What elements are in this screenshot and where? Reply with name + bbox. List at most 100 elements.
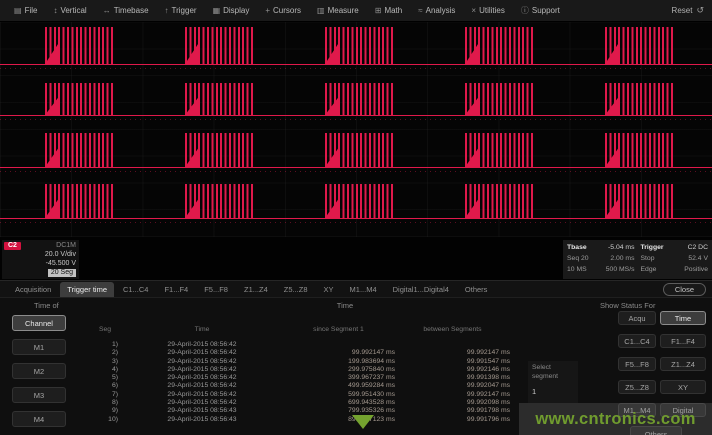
menu-item-label: Timebase — [114, 6, 149, 15]
menu-item-cursors[interactable]: +Cursors — [259, 4, 307, 17]
status-for-button-z5-z8[interactable]: Z5...Z8 — [618, 380, 656, 394]
menu-item-measure[interactable]: ▥Measure — [311, 4, 365, 17]
watermark-text: www.cntronics.com — [535, 410, 695, 429]
status-for-button-time[interactable]: Time — [660, 311, 706, 325]
tab-f1-f4[interactable]: F1...F4 — [157, 282, 195, 297]
tab-others[interactable]: Others — [458, 282, 495, 297]
channel-segments: 20 Seg — [48, 269, 76, 277]
waveform-burst-segment — [605, 184, 673, 218]
cell-since-segment-1: 499.959284 ms — [282, 382, 395, 390]
dialog-tab-bar: AcquisitionTrigger timeC1...C4F1...F4F5.… — [0, 281, 712, 298]
cell-between-segments: 99.992047 ms — [395, 382, 510, 390]
channel-volts-per-div: 20.0 V/div — [4, 250, 76, 259]
menu-item-file[interactable]: ▤File — [8, 4, 43, 17]
menu-item-display[interactable]: ▦Display — [207, 4, 256, 17]
menu-item-analysis[interactable]: ≈Analysis — [412, 4, 461, 17]
vertical-icon: ↕ — [53, 6, 57, 15]
channel-descriptor[interactable]: C2 DC1M 20.0 V/div -45.500 V 20 Seg — [2, 240, 79, 279]
waveform-burst-segment — [45, 184, 113, 218]
tab-z5-z8[interactable]: Z5...Z8 — [277, 282, 315, 297]
cell-since-segment-1: 399.967237 ms — [282, 374, 395, 382]
trace-dotted-line — [0, 171, 712, 172]
close-button[interactable]: Close — [663, 283, 706, 296]
status-for-button-acqu[interactable]: Acqu — [618, 311, 656, 325]
reset-control[interactable]: Reset ↺ — [672, 5, 704, 16]
source-button-m3[interactable]: M3 — [12, 387, 66, 403]
menu-item-label: Cursors — [273, 6, 301, 15]
waveform-burst-segment — [465, 83, 533, 115]
status-for-button-z1-z4[interactable]: Z1...Z4 — [660, 357, 706, 371]
display-icon: ▦ — [213, 6, 221, 15]
tab-c1-c4[interactable]: C1...C4 — [116, 282, 155, 297]
table-row: 6)29-April-2015 08:56:42499.959284 ms99.… — [88, 382, 518, 390]
trace-baseline — [0, 115, 712, 116]
cell-time: 29-April-2015 08:56:42 — [122, 349, 282, 357]
waveform-burst-segment — [605, 83, 673, 115]
status-for-button-c1-c4[interactable]: C1...C4 — [618, 334, 656, 348]
cell-time: 29-April-2015 08:56:42 — [122, 382, 282, 390]
trigger-level: 52.4 V — [688, 253, 708, 264]
tab-acquisition[interactable]: Acquisition — [8, 282, 58, 297]
tab-f5-f8[interactable]: F5...F8 — [197, 282, 235, 297]
table-body: 1)29-April-2015 08:56:422)29-April-2015 … — [88, 341, 518, 424]
cell-seg: 4) — [88, 366, 122, 374]
menu-item-label: Display — [223, 6, 249, 15]
menu-item-trigger[interactable]: ↑Trigger — [159, 4, 203, 17]
source-button-m2[interactable]: M2 — [12, 363, 66, 379]
menu-item-label: Analysis — [426, 6, 456, 15]
cell-since-segment-1: 599.951430 ms — [282, 391, 395, 399]
cell-seg: 6) — [88, 382, 122, 390]
trigger-slope: Positive — [684, 264, 708, 275]
waveform-burst-segment — [185, 184, 253, 218]
time-per-div: 2.00 ms — [610, 253, 634, 264]
tab-m1-m4[interactable]: M1...M4 — [343, 282, 384, 297]
status-for-button-f5-f8[interactable]: F5...F8 — [618, 357, 656, 371]
col-header-time: Time — [122, 325, 282, 335]
cell-since-segment-1 — [282, 341, 395, 349]
menu-item-label: Support — [532, 6, 560, 15]
table-row: 4)29-April-2015 08:56:42299.975840 ms99.… — [88, 366, 518, 374]
tab-trigger-time[interactable]: Trigger time — [60, 282, 114, 297]
cell-between-segments: 99.992147 ms — [395, 391, 510, 399]
source-button-m1[interactable]: M1 — [12, 339, 66, 355]
cell-time: 29-April-2015 08:56:42 — [122, 366, 282, 374]
waveform-burst-segment — [325, 184, 393, 218]
tab-xy[interactable]: XY — [317, 282, 341, 297]
menu-items: ▤File↕Vertical↔Timebase↑Trigger▦Display+… — [8, 3, 566, 18]
trigger-label: Trigger — [641, 242, 664, 253]
tab-digital1-digital4[interactable]: Digital1...Digital4 — [386, 282, 456, 297]
section-label-time: Time — [300, 301, 390, 310]
segment-time-table: Seg Time since Segment 1 between Segment… — [88, 325, 518, 424]
select-segment-field[interactable]: Select segment 1 — [528, 361, 578, 403]
trigger-source: C2 DC — [688, 242, 708, 253]
table-row: 3)29-April-2015 08:56:42199.983694 ms99.… — [88, 358, 518, 366]
menu-item-utilities[interactable]: ×Utilities — [465, 4, 510, 17]
reset-icon: ↺ — [696, 5, 704, 16]
menu-item-label: Vertical — [60, 6, 86, 15]
status-for-button-f1-f4[interactable]: F1...F4 — [660, 334, 706, 348]
menu-item-vertical[interactable]: ↕Vertical — [47, 4, 92, 17]
source-button-channel[interactable]: Channel — [12, 315, 66, 331]
cell-time: 29-April-2015 08:56:42 — [122, 358, 282, 366]
cell-since-segment-1: 199.983694 ms — [282, 358, 395, 366]
cell-seg: 8) — [88, 399, 122, 407]
menu-item-label: Utilities — [479, 6, 505, 15]
cell-seg: 7) — [88, 391, 122, 399]
section-label-time-of: Time of — [34, 301, 59, 310]
waveform-burst-segment — [325, 27, 393, 64]
timebase-trigger-descriptor[interactable]: Tbase -5.04 ms Seq 20 2.00 ms 10 MS 500 … — [563, 240, 712, 279]
source-button-m4[interactable]: M4 — [12, 411, 66, 427]
section-label-show-status-for: Show Status For — [600, 301, 700, 310]
trace-dotted-line — [0, 119, 712, 120]
menu-item-timebase[interactable]: ↔Timebase — [97, 4, 155, 17]
cell-since-segment-1: 99.992147 ms — [282, 349, 395, 357]
sample-rate: 500 MS/s — [606, 264, 635, 275]
status-for-button-xy[interactable]: XY — [660, 380, 706, 394]
menu-item-math[interactable]: ⊞Math — [369, 4, 409, 17]
menu-item-label: Math — [384, 6, 402, 15]
cell-seg: 1) — [88, 341, 122, 349]
tab-z1-z4[interactable]: Z1...Z4 — [237, 282, 275, 297]
menu-item-support[interactable]: ⓘSupport — [515, 3, 566, 18]
waveform-burst-segment — [185, 83, 253, 115]
cell-since-segment-1: 799.935326 ms — [282, 407, 395, 415]
